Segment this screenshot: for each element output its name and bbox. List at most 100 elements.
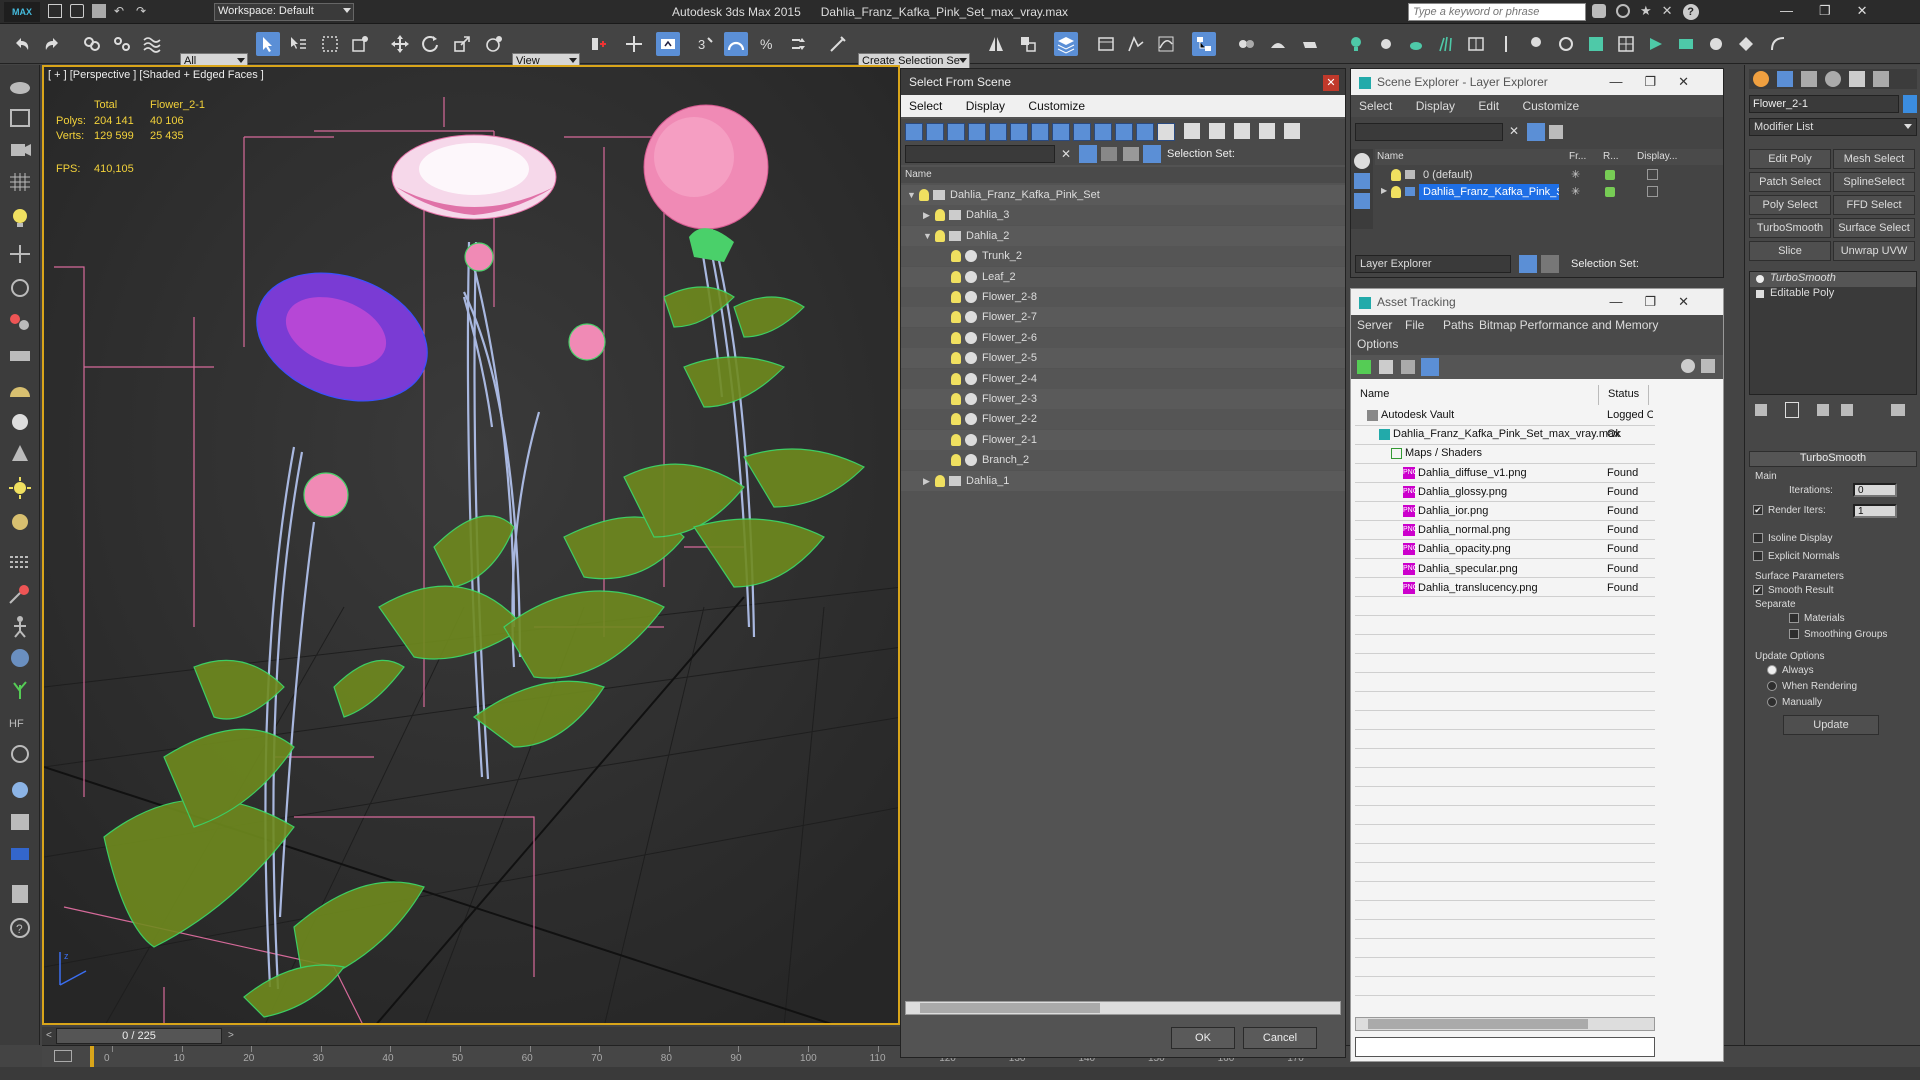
se-hierarchy-icon[interactable]: [1354, 193, 1370, 209]
at-menu-paths[interactable]: Paths: [1443, 318, 1474, 332]
scene-tree-row[interactable]: ▼ Dahlia_2: [901, 225, 1345, 246]
viewport-label[interactable]: [ + ] [Perspective ] [Shaded + Edged Fac…: [48, 69, 264, 81]
plane-icon[interactable]: [6, 343, 34, 369]
shapes-filter-icon[interactable]: [947, 123, 965, 141]
grid-icon[interactable]: [6, 169, 34, 195]
create-tab-icon[interactable]: [1753, 71, 1769, 87]
save-icon[interactable]: [92, 4, 106, 18]
app-logo[interactable]: MAX: [4, 2, 40, 22]
at-menu-bitmap[interactable]: Bitmap Performance and Memory: [1479, 318, 1658, 332]
stack-item-turbosmooth[interactable]: TurboSmooth: [1750, 272, 1916, 287]
keyboard-shortcut-override-button[interactable]: [656, 32, 680, 56]
se-menu-customize[interactable]: Customize: [1522, 99, 1579, 113]
render-production-icon[interactable]: [1674, 32, 1698, 56]
layer-row[interactable]: ▶ Dahlia_Franz_Kafka_Pink_Set ✳: [1375, 184, 1723, 200]
foliage-icon[interactable]: [6, 677, 34, 703]
helpers-icon[interactable]: [6, 241, 34, 267]
curve-editor-button[interactable]: [1154, 32, 1178, 56]
se-sort-icon[interactable]: [1354, 153, 1370, 169]
snaps-toggle-button[interactable]: 3: [694, 32, 718, 56]
update-button[interactable]: Update: [1783, 715, 1879, 735]
when-rendering-radio[interactable]: [1767, 681, 1777, 692]
new-file-icon[interactable]: [48, 4, 62, 18]
redo-button[interactable]: [40, 32, 64, 56]
open-mini-curve-editor-icon[interactable]: [54, 1050, 72, 1062]
at-help-icon[interactable]: [1681, 359, 1695, 373]
hidden-filter-icon[interactable]: [1157, 123, 1175, 141]
at-settings-icon[interactable]: [1701, 359, 1715, 373]
tree-view-icon[interactable]: [1401, 360, 1415, 374]
rotate-view-icon[interactable]: [1554, 32, 1578, 56]
layer-row[interactable]: 0 (default) ✳: [1375, 167, 1723, 183]
percent-snap-button[interactable]: %: [756, 32, 780, 56]
stack-item-editable-poly[interactable]: Editable Poly: [1750, 287, 1916, 302]
sphere-icon[interactable]: [6, 409, 34, 435]
name-column-header[interactable]: Name: [901, 167, 1345, 183]
motion-tab-icon[interactable]: [1825, 71, 1841, 87]
refresh-icon[interactable]: [1357, 360, 1371, 374]
isoline-checkbox[interactable]: [1753, 533, 1763, 544]
light-bulb-icon[interactable]: [935, 229, 945, 242]
scale-button[interactable]: [450, 32, 474, 56]
redo-icon[interactable]: ↷: [136, 4, 150, 18]
se-clear-icon[interactable]: ✕: [1509, 124, 1519, 138]
scene-tree-row[interactable]: Flower_2-2: [901, 409, 1345, 430]
shapes-icon[interactable]: [6, 105, 34, 131]
surface-select-button[interactable]: Surface Select: [1833, 218, 1915, 238]
move-button[interactable]: [388, 32, 412, 56]
explicit-normals-checkbox[interactable]: [1753, 551, 1763, 562]
time-slider-next-icon[interactable]: >: [228, 1030, 234, 1041]
se-sync-icon[interactable]: [1549, 125, 1563, 139]
helpers-filter-icon[interactable]: [1010, 123, 1028, 141]
turbosmooth-button[interactable]: TurboSmooth: [1749, 218, 1831, 238]
binoculars-icon[interactable]: [1592, 4, 1606, 18]
cameras-filter-icon[interactable]: [989, 123, 1007, 141]
layer-manager-button[interactable]: [1054, 32, 1078, 56]
at-menu-server[interactable]: Server: [1357, 318, 1392, 332]
light-bulb-icon[interactable]: [951, 311, 961, 324]
scene-tree-row[interactable]: Flower_2-7: [901, 307, 1345, 328]
menu-display[interactable]: Display: [966, 99, 1005, 113]
asset-row[interactable]: PNGDahlia_specular.png Found: [1355, 561, 1655, 580]
slate-material-editor-button[interactable]: [1266, 32, 1290, 56]
scene-tree-row[interactable]: Flower_2-8: [901, 287, 1345, 307]
xrefs-filter-icon[interactable]: [1073, 123, 1091, 141]
filter-icon[interactable]: [1079, 145, 1097, 163]
se-find-input[interactable]: [1355, 123, 1503, 141]
graphite-tools-button[interactable]: [1124, 32, 1148, 56]
time-slider[interactable]: < 0 / 225 >: [42, 1027, 900, 1045]
display-none-icon[interactable]: [1184, 123, 1200, 139]
scene-tree-row[interactable]: ▶ Dahlia_1: [901, 470, 1345, 491]
bulb-icon[interactable]: [1524, 32, 1548, 56]
hierarchy-tab-icon[interactable]: [1801, 71, 1817, 87]
keyword-search-input[interactable]: [1408, 3, 1586, 21]
filter-settings-icon[interactable]: [1259, 123, 1275, 139]
window-crossing-button[interactable]: [348, 32, 372, 56]
hierarchy-icon[interactable]: [1143, 145, 1161, 163]
horizontal-scrollbar[interactable]: [905, 1001, 1341, 1015]
light-bulb-icon[interactable]: [951, 454, 961, 467]
open-file-icon[interactable]: [70, 4, 84, 18]
light-bulb-icon[interactable]: [951, 372, 961, 385]
teapot-create-icon[interactable]: [6, 73, 34, 99]
pivot-center-button[interactable]: [586, 32, 610, 56]
scene-tree-row[interactable]: Flower_2-3: [901, 389, 1345, 409]
scene-tree-row[interactable]: Flower_2-5: [901, 348, 1345, 369]
ok-button[interactable]: OK: [1171, 1027, 1235, 1049]
undo-icon[interactable]: ↶: [114, 4, 128, 18]
hair-fur-icon[interactable]: HF: [6, 709, 34, 735]
asset-row[interactable]: Dahlia_Franz_Kafka_Pink_Set_max_vray.max…: [1355, 426, 1655, 445]
x-exchange-icon[interactable]: ✕: [1662, 4, 1673, 20]
key-icon[interactable]: [1616, 4, 1630, 18]
asset-row[interactable]: PNGDahlia_diffuse_v1.png Found: [1355, 465, 1655, 484]
scene-explorer-titlebar[interactable]: Scene Explorer - Layer Explorer —❐✕: [1351, 69, 1723, 95]
edit-named-selection-button[interactable]: [826, 32, 850, 56]
vray-fur-icon[interactable]: [6, 841, 34, 867]
minimize-icon[interactable]: —: [1780, 3, 1793, 19]
cameras-icon[interactable]: [6, 137, 34, 163]
sun-icon[interactable]: [1374, 32, 1398, 56]
render-setup-button[interactable]: [1298, 32, 1322, 56]
collapse-icon[interactable]: ▼: [907, 190, 919, 200]
make-unique-icon[interactable]: [1817, 404, 1829, 416]
unlink-icon[interactable]: [110, 32, 134, 56]
